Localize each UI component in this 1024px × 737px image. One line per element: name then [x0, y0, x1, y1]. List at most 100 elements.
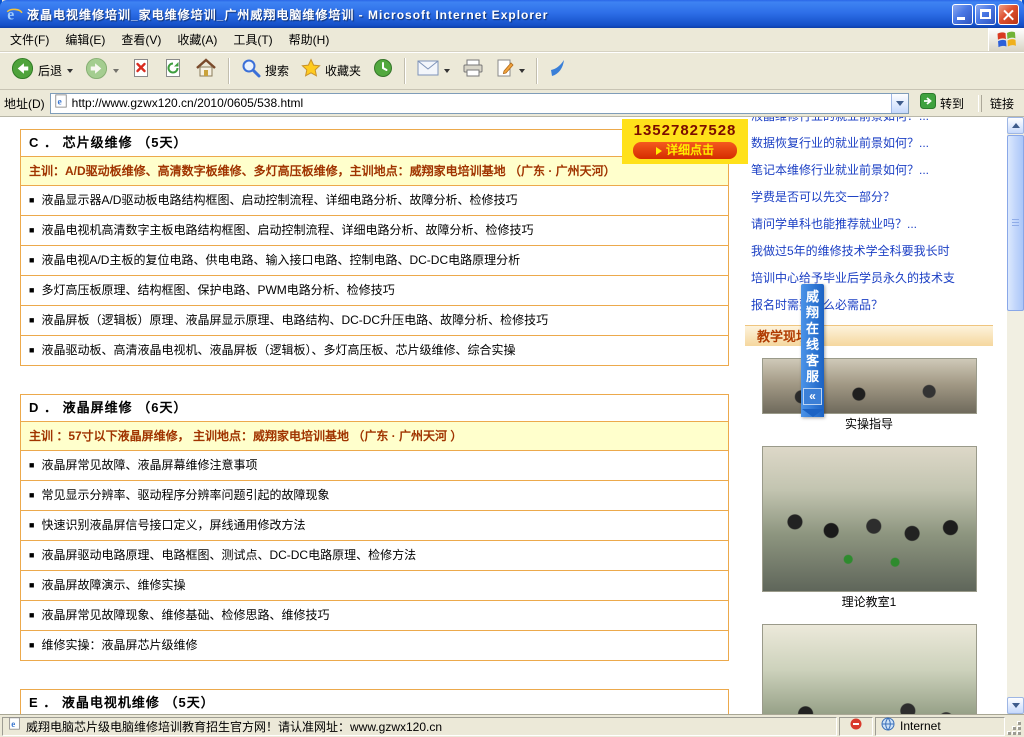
- gallery-photo-1[interactable]: [762, 358, 977, 414]
- back-icon: [11, 57, 34, 85]
- photo-caption: 实操指导: [745, 414, 993, 434]
- section-d-highlight: 主训 ：57寸以下液晶屏维修， 主训地点：威翔家电培训基地 （广东 · 广州天河…: [21, 422, 728, 451]
- menu-file[interactable]: 文件(F): [2, 27, 57, 52]
- back-label: 后退: [38, 62, 62, 79]
- status-indicator-panel: [839, 717, 873, 736]
- faq-link[interactable]: 请问学单科也能推荐就业吗？...: [745, 211, 993, 238]
- maximize-button[interactable]: [975, 4, 996, 25]
- faq-link[interactable]: 数据恢复行业的就业前景如何？...: [745, 130, 993, 157]
- search-button[interactable]: 搜索: [236, 55, 294, 86]
- online-service-tab[interactable]: 威翔在线客服 «: [801, 284, 824, 417]
- window-title: 液晶电视维修培训_家电维修培训_广州威翔电脑维修培训 - Microsoft I…: [27, 6, 952, 23]
- go-icon: [920, 93, 936, 114]
- section-e-table: E ． 液晶电视机维修 （5天）: [20, 689, 729, 714]
- page-icon: e: [54, 94, 68, 113]
- minimize-button[interactable]: [952, 4, 973, 25]
- gallery-photo-3[interactable]: [762, 624, 977, 714]
- go-label: 转到: [940, 95, 964, 112]
- menu-bar: 文件(F) 编辑(E) 查看(V) 收藏(A) 工具(T) 帮助(H): [0, 28, 1024, 52]
- menu-view[interactable]: 查看(V): [113, 27, 169, 52]
- back-dropdown-icon[interactable]: [67, 69, 73, 73]
- close-button[interactable]: [998, 4, 1019, 25]
- collapse-button[interactable]: «: [803, 388, 822, 405]
- phone-number: 13527827528: [622, 119, 748, 139]
- status-page-icon: e: [8, 717, 21, 735]
- messenger-button[interactable]: [544, 55, 572, 86]
- status-alert-icon: [850, 717, 862, 735]
- faq-link[interactable]: 学费是否可以先交一部分？: [745, 184, 993, 211]
- address-input[interactable]: e http://www.gzwx120.cn/2010/0605/538.ht…: [50, 93, 909, 114]
- toolbar-separator: [404, 58, 406, 84]
- menu-favorites[interactable]: 收藏(A): [169, 27, 225, 52]
- faq-link[interactable]: 笔记本维修行业就业前景如何？...: [745, 157, 993, 184]
- address-label: 地址(D): [4, 95, 45, 112]
- scroll-down-button[interactable]: [1007, 697, 1024, 714]
- title-bar[interactable]: e 液晶电视维修培训_家电维修培训_广州威翔电脑维修培训 - Microsoft…: [0, 0, 1024, 28]
- course-row: 液晶电视机高清数字主板电路结构框图、启动控制流程、详细电路分析、故障分析、检修技…: [21, 216, 728, 246]
- svg-text:e: e: [11, 719, 15, 729]
- menu-tools[interactable]: 工具(T): [225, 27, 280, 52]
- search-icon: [241, 58, 261, 83]
- faq-link[interactable]: 液晶维修行业的就业前景如何？...: [745, 117, 993, 130]
- course-row: 液晶显示器A/D驱动板电路结构框图、启动控制流程、详细电路分析、故障分析、检修技…: [21, 186, 728, 216]
- links-toolbar-handle[interactable]: [978, 95, 982, 112]
- go-button[interactable]: 转到: [914, 91, 970, 116]
- menu-help[interactable]: 帮助(H): [281, 27, 338, 52]
- faq-link[interactable]: 培训中心给予毕业后学员永久的技术支: [745, 265, 993, 292]
- course-row: 液晶电视A/D主板的复位电路、供电电路、输入接口电路、控制电路、DC-DC电路原…: [21, 246, 728, 276]
- favorites-label: 收藏夹: [325, 62, 361, 79]
- refresh-button[interactable]: [158, 55, 188, 86]
- menu-edit[interactable]: 编辑(E): [57, 27, 113, 52]
- course-row: 多灯高压板原理、结构框图、保护电路、PWM电路分析、检修技巧: [21, 276, 728, 306]
- page-content: C ． 芯片级维修 （5天） 主训：A/D驱动板维修、高清数字板维修、多灯高压板…: [0, 117, 1024, 714]
- course-row: 快速识别液晶屏信号接口定义，屏线通用修改方法: [21, 511, 728, 541]
- faq-link[interactable]: 报名时需要什么必需品？: [745, 292, 993, 319]
- section-e-title: E ． 液晶电视机维修 （5天）: [21, 690, 728, 714]
- course-row: 常见显示分辨率、驱动程序分辨率问题引起的故障现象: [21, 481, 728, 511]
- print-icon: [462, 59, 484, 82]
- course-row: 液晶屏常见故障、液晶屏幕维修注意事项: [21, 451, 728, 481]
- home-button[interactable]: [190, 55, 222, 86]
- favorites-button[interactable]: 收藏夹: [296, 55, 366, 86]
- favorites-star-icon: [301, 58, 321, 83]
- resize-grip[interactable]: [1007, 717, 1022, 736]
- toolbar-separator: [536, 58, 538, 84]
- scroll-up-button[interactable]: [1007, 117, 1024, 134]
- zone-label: Internet: [900, 719, 941, 733]
- scrollbar-thumb[interactable]: [1007, 135, 1024, 311]
- vertical-scrollbar[interactable]: [1007, 117, 1024, 714]
- mail-button[interactable]: [412, 57, 455, 84]
- stop-button[interactable]: [126, 55, 156, 86]
- messenger-quill-icon: [549, 58, 567, 83]
- toolbar-separator: [228, 58, 230, 84]
- links-label[interactable]: 链接: [990, 95, 1020, 112]
- back-button[interactable]: 后退: [6, 54, 78, 88]
- faq-link[interactable]: 我做过5年的维修技术学全科要我长时: [745, 238, 993, 265]
- mail-icon: [417, 60, 439, 81]
- forward-dropdown-icon[interactable]: [113, 69, 119, 73]
- section-d-table: D ． 液晶屏维修 （6天） 主训 ：57寸以下液晶屏维修， 主训地点：威翔家电…: [20, 394, 729, 661]
- section-c-table: C ． 芯片级维修 （5天） 主训：A/D驱动板维修、高清数字板维修、多灯高压板…: [20, 129, 729, 366]
- mail-dropdown-icon[interactable]: [444, 69, 450, 73]
- edit-button[interactable]: [491, 56, 530, 85]
- status-message: 威翔电脑芯片级电脑维修培训教育招生官方网！请认准网址：www.gzwx120.c…: [26, 718, 831, 735]
- history-button[interactable]: [368, 55, 398, 86]
- home-icon: [195, 58, 217, 83]
- edit-icon: [496, 59, 514, 82]
- address-bar: 地址(D) e http://www.gzwx120.cn/2010/0605/…: [0, 90, 1024, 117]
- course-row: 液晶屏板（逻辑板）原理、液晶屏显示原理、电路结构、DC-DC升压电路、故障分析、…: [21, 306, 728, 336]
- gallery-photo-2[interactable]: [762, 446, 977, 592]
- sidebar: 液晶维修行业的就业前景如何？... 数据恢复行业的就业前景如何？... 笔记本维…: [745, 117, 993, 714]
- ribbon-tip: [802, 409, 824, 417]
- address-url[interactable]: http://www.gzwx120.cn/2010/0605/538.html: [72, 96, 887, 110]
- promo-detail-button[interactable]: 详细点击: [633, 142, 737, 159]
- forward-button[interactable]: [80, 54, 124, 88]
- history-icon: [373, 58, 393, 83]
- edit-dropdown-icon[interactable]: [519, 69, 525, 73]
- globe-icon: [881, 717, 895, 736]
- course-row: 液晶屏故障演示、维修实操: [21, 571, 728, 601]
- status-bar: e 威翔电脑芯片级电脑维修培训教育招生官方网！请认准网址：www.gzwx120…: [0, 714, 1024, 737]
- forward-icon: [85, 57, 108, 85]
- print-button[interactable]: [457, 56, 489, 85]
- address-dropdown-button[interactable]: [891, 94, 908, 113]
